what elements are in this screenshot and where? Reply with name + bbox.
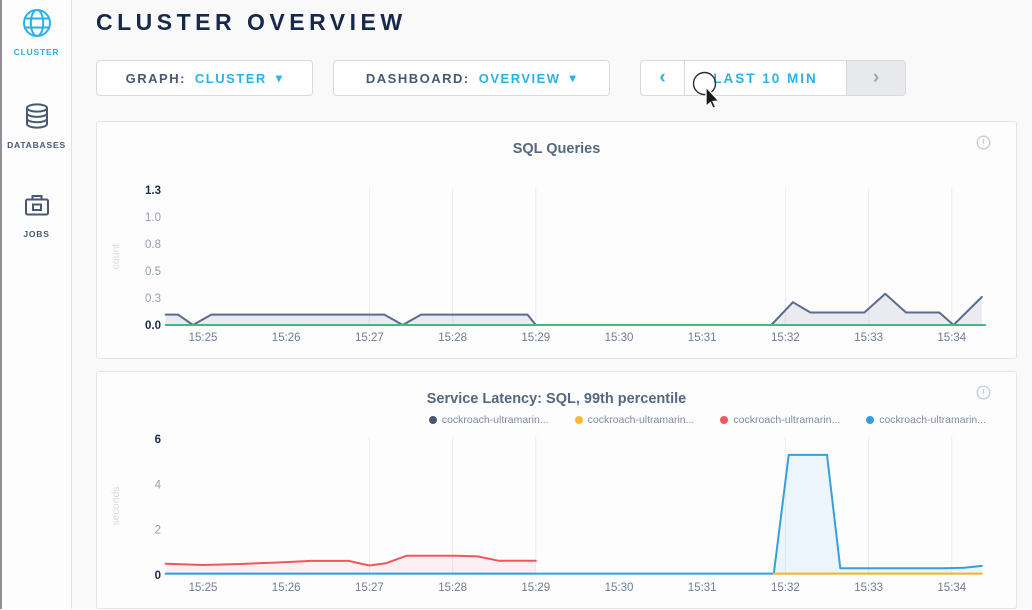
svg-text:15:34: 15:34 [937, 332, 966, 344]
svg-text:15:29: 15:29 [521, 582, 550, 594]
time-window-value[interactable]: LAST 10 MIN [684, 61, 847, 95]
svg-text:0.8: 0.8 [145, 239, 161, 251]
svg-text:15:25: 15:25 [189, 582, 218, 594]
chevron-left-icon: ‹ [659, 67, 665, 89]
dashboard-dropdown-label: DASHBOARD: [366, 71, 470, 86]
time-window-next-button[interactable]: › [847, 61, 905, 95]
sidebar: CLUSTER DATABASES JOBS [2, 0, 72, 609]
sidebar-item-cluster[interactable]: CLUSTER [2, 8, 72, 57]
sidebar-item-databases[interactable]: DATABASES [2, 101, 72, 150]
svg-text:1.3: 1.3 [145, 185, 161, 197]
chevron-down-icon: ▾ [570, 71, 578, 85]
time-window-prev-button[interactable]: ‹ [641, 61, 684, 95]
sidebar-item-label: DATABASES [7, 140, 66, 150]
graph-dropdown-value: CLUSTER [195, 71, 267, 86]
svg-text:15:31: 15:31 [688, 332, 717, 344]
svg-text:2: 2 [155, 525, 161, 537]
svg-text:4: 4 [155, 479, 162, 491]
svg-text:count: count [110, 244, 122, 270]
graph-dropdown-label: GRAPH: [126, 71, 186, 86]
svg-text:6: 6 [155, 434, 161, 446]
svg-text:0.5: 0.5 [145, 266, 161, 278]
svg-text:15:30: 15:30 [605, 332, 634, 344]
graph-dropdown[interactable]: GRAPH: CLUSTER ▾ [96, 60, 313, 96]
svg-text:0: 0 [155, 570, 161, 582]
sql-queries-plot[interactable]: 15:25 15:26 15:27 15:28 15:29 15:30 15:31 15:32… [97, 122, 1018, 360]
briefcase-icon [22, 190, 52, 225]
sidebar-item-label: JOBS [23, 229, 49, 239]
svg-text:15:25: 15:25 [189, 332, 218, 344]
svg-text:1.0: 1.0 [145, 212, 161, 224]
svg-text:15:28: 15:28 [438, 332, 467, 344]
svg-text:15:31: 15:31 [688, 582, 717, 594]
svg-text:15:29: 15:29 [521, 332, 550, 344]
sql-queries-chart-card: SQL Queries 15:2515:2615:2715:2815:2915:… [96, 121, 1017, 359]
svg-text:15:28: 15:28 [438, 582, 467, 594]
globe-icon [22, 8, 52, 43]
svg-text:15:33: 15:33 [854, 582, 883, 594]
main-content: CLUSTER OVERVIEW GRAPH: CLUSTER ▾ DASHBO… [72, 0, 1032, 609]
database-icon [22, 101, 52, 136]
svg-text:15:32: 15:32 [771, 332, 800, 344]
svg-text:15:26: 15:26 [272, 332, 301, 344]
svg-text:15:33: 15:33 [854, 332, 883, 344]
time-window-selector: ‹ LAST 10 MIN › [640, 60, 906, 96]
svg-text:15:27: 15:27 [355, 332, 384, 344]
svg-text:15:32: 15:32 [771, 582, 800, 594]
sidebar-item-label: CLUSTER [14, 47, 60, 57]
dashboard-dropdown[interactable]: DASHBOARD: OVERVIEW ▾ [333, 60, 610, 96]
svg-text:15:27: 15:27 [355, 582, 384, 594]
page-title: CLUSTER OVERVIEW [96, 9, 407, 36]
svg-text:15:26: 15:26 [272, 582, 301, 594]
sidebar-item-jobs[interactable]: JOBS [2, 190, 72, 239]
svg-text:0.0: 0.0 [145, 320, 161, 332]
svg-text:15:34: 15:34 [937, 582, 966, 594]
svg-text:0.3: 0.3 [145, 293, 161, 305]
service-latency-chart-card: Service Latency: SQL, 99th percentile co… [96, 371, 1017, 609]
svg-text:seconds: seconds [110, 486, 122, 525]
dashboard-dropdown-value: OVERVIEW [479, 71, 561, 86]
service-latency-plot[interactable]: 15:25 15:26 15:27 15:28 15:29 15:30 15:31 15:32… [97, 372, 1018, 610]
svg-text:15:30: 15:30 [605, 582, 634, 594]
chevron-right-icon: › [873, 67, 879, 89]
chevron-down-icon: ▾ [276, 71, 284, 85]
